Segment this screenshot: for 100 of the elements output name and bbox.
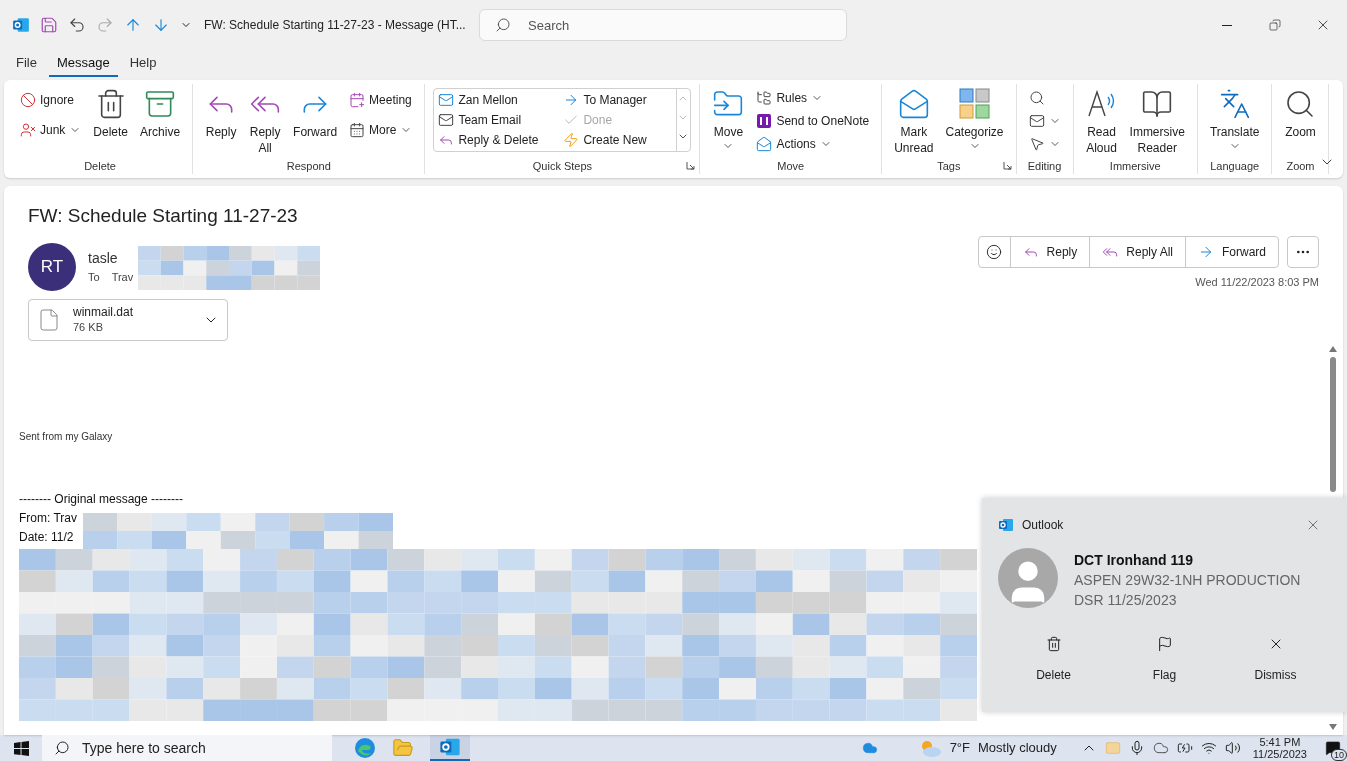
toast-text: DSR 11/25/2023 bbox=[1074, 591, 1178, 610]
group-label: Respond bbox=[286, 158, 331, 174]
actions-icon bbox=[756, 136, 773, 152]
rules-icon bbox=[756, 90, 773, 106]
contact-avatar bbox=[998, 548, 1058, 608]
ribbon-button[interactable]: Mark Unread bbox=[890, 84, 938, 156]
quick-step-item[interactable]: Zan Mellon bbox=[438, 90, 548, 110]
search-icon bbox=[54, 740, 70, 756]
calendar-icon bbox=[349, 92, 366, 108]
ribbon-button[interactable]: Junk bbox=[20, 120, 82, 140]
mail-icon bbox=[1028, 113, 1045, 129]
ribbon-button[interactable]: Forward bbox=[289, 84, 342, 140]
group-label: Delete bbox=[84, 158, 116, 174]
to-label: To bbox=[88, 269, 100, 285]
wifi-icon[interactable] bbox=[1200, 740, 1217, 756]
group-label: Tags bbox=[937, 158, 961, 174]
ribbon-button[interactable]: Reply bbox=[201, 84, 242, 140]
ribbon-button[interactable]: Reply All bbox=[245, 84, 286, 156]
message-action-button[interactable]: Reply All bbox=[1090, 237, 1186, 267]
edge-browser-icon[interactable] bbox=[354, 737, 376, 759]
toast-text: ASPEN 29W32-1NH PRODUCTION bbox=[1074, 571, 1301, 590]
mail-icon bbox=[438, 112, 455, 128]
attachment-size: 76 KB bbox=[73, 319, 104, 335]
recipient-name: Trav bbox=[111, 269, 134, 285]
scroll-down-icon[interactable] bbox=[1329, 723, 1337, 731]
ribbon-button[interactable]: More bbox=[349, 120, 413, 140]
avatar: RT bbox=[28, 242, 76, 291]
toast-title: DCT Ironhand 119 bbox=[1074, 551, 1195, 570]
message-action-button[interactable]: Reply bbox=[1010, 237, 1091, 267]
scrollbar-thumb[interactable] bbox=[1330, 356, 1336, 492]
message-action-button[interactable]: Forward bbox=[1186, 237, 1278, 267]
cloud-icon[interactable] bbox=[861, 740, 878, 756]
notification-count: 10 bbox=[1331, 749, 1347, 761]
archive-icon bbox=[144, 88, 177, 120]
minimize-icon bbox=[1222, 24, 1232, 26]
group-label: Zoom bbox=[1286, 158, 1315, 174]
taskbar-search-field[interactable]: Type here to search bbox=[42, 735, 332, 761]
ribbon-button[interactable]: Immersive Reader bbox=[1125, 84, 1189, 156]
attachment-card[interactable]: winmail.dat 76 KB bbox=[28, 298, 228, 341]
menu-tab[interactable]: Message bbox=[48, 51, 118, 77]
ribbon-button[interactable]: Rules bbox=[756, 88, 870, 108]
search-icon bbox=[495, 17, 511, 33]
quick-step-item[interactable]: Team Email bbox=[438, 110, 548, 130]
ribbon-button[interactable]: Send to OneNote bbox=[756, 111, 870, 131]
toast-action-button[interactable]: Dismiss bbox=[1220, 636, 1331, 684]
open-envelope-icon bbox=[897, 88, 930, 120]
ribbon-button[interactable]: Translate bbox=[1205, 84, 1264, 152]
clock[interactable]: 5:41 PM 11/25/2023 bbox=[1248, 736, 1311, 760]
outlook-taskbar-button[interactable] bbox=[430, 735, 470, 761]
attachment-name: winmail.dat bbox=[73, 304, 134, 320]
ribbon-button[interactable]: Move bbox=[708, 84, 749, 152]
translate-icon bbox=[1218, 88, 1251, 120]
temperature: 7°F bbox=[949, 739, 970, 758]
ribbon-button[interactable]: Meeting bbox=[349, 90, 413, 110]
body-text: From: Trav bbox=[19, 509, 77, 527]
battery-icon[interactable] bbox=[1176, 740, 1193, 756]
undo-icon[interactable] bbox=[68, 16, 86, 34]
previous-item-icon[interactable] bbox=[124, 16, 142, 34]
launcher-icon[interactable] bbox=[686, 161, 696, 170]
message-date: Wed 11/22/2023 8:03 PM bbox=[1195, 275, 1319, 290]
group-label: Immersive bbox=[1109, 158, 1161, 174]
toast-app-name: Outlook bbox=[1022, 517, 1064, 534]
save-icon[interactable] bbox=[40, 16, 58, 34]
notebook-icon bbox=[756, 113, 773, 129]
group-label: Quick Steps bbox=[532, 158, 593, 174]
quick-step-item[interactable]: Reply & Delete bbox=[438, 130, 548, 150]
search-field[interactable]: Search bbox=[479, 9, 847, 41]
smiley-icon bbox=[986, 244, 1003, 260]
sync-cloud-icon[interactable] bbox=[1152, 740, 1169, 756]
body-text: -------- Original message -------- bbox=[19, 490, 183, 508]
pointer-icon bbox=[1028, 136, 1045, 152]
quick-step-item[interactable]: Create New bbox=[563, 130, 673, 150]
body-text: Date: 11/2 bbox=[19, 528, 74, 546]
volume-icon[interactable] bbox=[1224, 740, 1241, 756]
next-item-icon[interactable] bbox=[152, 16, 170, 34]
outlook-logo-icon bbox=[998, 517, 1014, 533]
scroll-up-icon[interactable] bbox=[1329, 344, 1337, 353]
menu-tab[interactable]: Help bbox=[121, 51, 165, 77]
ribbon-button[interactable]: Read Aloud bbox=[1081, 84, 1122, 156]
group-label: Language bbox=[1210, 158, 1260, 174]
group-label: Editing bbox=[1027, 158, 1062, 174]
ribbon-button[interactable]: Archive bbox=[136, 84, 185, 140]
calendar-icon bbox=[349, 122, 366, 138]
launcher-icon[interactable] bbox=[1002, 161, 1012, 170]
body-text: Sent from my Galaxy bbox=[19, 429, 113, 444]
toast-action-button[interactable]: Delete bbox=[998, 636, 1109, 684]
sender-name: tasle bbox=[88, 248, 119, 268]
ribbon-button[interactable]: Actions bbox=[756, 134, 870, 154]
ribbon-button[interactable]: Categorize bbox=[941, 84, 1008, 152]
flag-icon bbox=[1156, 636, 1173, 652]
message-subject: FW: Schedule Starting 11-27-23 bbox=[28, 204, 298, 228]
ribbon-button[interactable]: Delete bbox=[89, 84, 133, 140]
windows-logo-icon bbox=[13, 740, 29, 756]
ribbon-button[interactable]: Ignore bbox=[20, 90, 82, 110]
weather-text: Mostly cloudy bbox=[978, 739, 1057, 758]
quick-step-item[interactable]: To Manager bbox=[563, 90, 673, 110]
toast-action-button[interactable]: Flag bbox=[1109, 636, 1220, 684]
lightning-icon bbox=[563, 132, 580, 148]
ribbon-button[interactable]: Zoom bbox=[1280, 84, 1321, 140]
menu-tab[interactable]: File bbox=[8, 51, 45, 77]
